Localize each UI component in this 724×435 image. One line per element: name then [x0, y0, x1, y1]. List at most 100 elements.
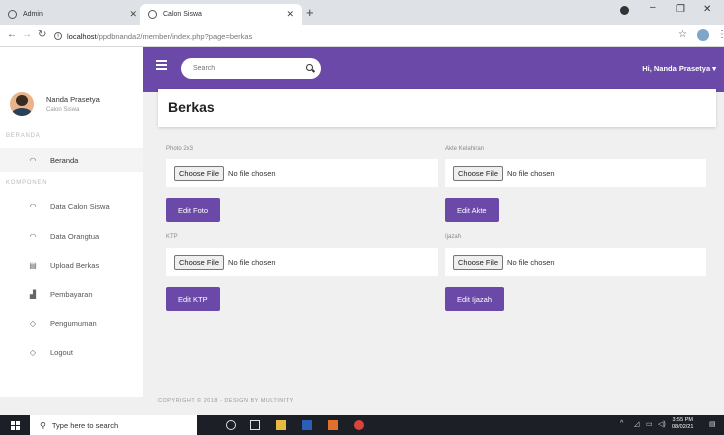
- choose-file-button[interactable]: Choose File: [174, 254, 225, 270]
- sidebar-item-upload-berkas[interactable]: ▤ Upload Berkas: [0, 253, 143, 277]
- xampp-icon[interactable]: [328, 420, 338, 430]
- file-status: No file chosen: [507, 168, 555, 178]
- sidebar-item-label: Logout: [50, 347, 73, 357]
- section-label-komponen: KOMPONEN: [6, 180, 48, 186]
- bookmark-star-icon[interactable]: ☆: [678, 29, 687, 40]
- close-window-icon[interactable]: ✕: [703, 4, 711, 15]
- file-explorer-icon[interactable]: [276, 420, 286, 430]
- page-title: Berkas: [168, 99, 215, 115]
- sidebar-item-pengumuman[interactable]: ◇ Pengumuman: [0, 311, 143, 335]
- file-status: No file chosen: [228, 168, 276, 178]
- sidebar-item-pembayaran[interactable]: ▟ Pembayaran: [0, 282, 143, 306]
- network-icon[interactable]: ◿: [634, 420, 639, 428]
- edit-akte-button[interactable]: Edit Akte: [445, 198, 499, 222]
- sidebar-item-label: Data Calon Siswa: [50, 201, 110, 211]
- sidebar: Nanda Prasetya Calon Siswa BERANDA ◠ Ber…: [0, 47, 143, 397]
- sidebar-item-label: Upload Berkas: [50, 260, 100, 270]
- close-tab-icon[interactable]: ✕: [286, 9, 294, 20]
- sidebar-item-label: Beranda: [50, 155, 79, 165]
- search-icon: ⚲: [40, 420, 46, 430]
- sidebar-item-label: Data Orangtua: [50, 231, 100, 241]
- file-status: No file chosen: [228, 257, 276, 267]
- url-field[interactable]: i localhost /ppdbnanda2/member/index.php…: [54, 28, 694, 44]
- photo-label: Photo 2x3: [166, 146, 194, 152]
- maximize-icon[interactable]: ❐: [676, 4, 685, 15]
- forward-icon[interactable]: →: [22, 29, 32, 40]
- sidebar-item-label: Pengumuman: [50, 318, 97, 328]
- close-tab-icon[interactable]: ✕: [129, 9, 137, 20]
- taskbar-search[interactable]: ⚲ Type here to search: [30, 415, 197, 435]
- reload-icon[interactable]: ↻: [38, 29, 46, 40]
- ijazah-label: Ijazah: [445, 234, 462, 240]
- sidebar-item-label: Pembayaran: [50, 289, 93, 299]
- browser-tab-calon-siswa[interactable]: Calon Siswa ✕: [140, 4, 302, 25]
- url-host: localhost: [67, 31, 97, 41]
- os-taskbar: ⚲ Type here to search ^ ◿ ▭ ◁) 3:55 PM 0…: [0, 415, 724, 435]
- browser-tab-admin[interactable]: Admin ✕: [0, 4, 145, 25]
- ktp-label: KTP: [166, 234, 178, 240]
- task-view-icon[interactable]: [250, 420, 260, 430]
- akte-file-field: Choose File No file chosen: [445, 159, 706, 187]
- battery-icon[interactable]: ▭: [646, 420, 653, 428]
- taskbar-search-text: Type here to search: [51, 420, 119, 430]
- sidebar-item-logout[interactable]: ◇ Logout: [0, 340, 143, 364]
- dashboard-icon: ◠: [29, 201, 37, 211]
- system-clock[interactable]: 3:55 PM 08/02/21: [672, 417, 693, 431]
- choose-file-button[interactable]: Choose File: [453, 254, 504, 270]
- dashboard-icon: ◠: [29, 231, 37, 241]
- tab-title: Calon Siswa: [163, 11, 202, 18]
- section-label-beranda: BERANDA: [6, 133, 41, 139]
- dashboard-icon: ◠: [29, 155, 37, 165]
- choose-file-button[interactable]: Choose File: [453, 165, 504, 181]
- notification-icon[interactable]: ▤: [709, 420, 716, 428]
- bar-chart-icon: ▟: [29, 289, 37, 299]
- footer-copyright: COPYRIGHT © 2018 - DESIGN BY MULTINITY: [158, 398, 294, 404]
- shield-icon: ◇: [29, 347, 37, 357]
- search-icon[interactable]: [306, 64, 313, 71]
- search-input[interactable]: [181, 58, 321, 79]
- shield-icon: ◇: [29, 318, 37, 328]
- sidebar-item-data-orangtua[interactable]: ◠ Data Orangtua: [0, 224, 143, 248]
- photo-file-field: Choose File No file chosen: [166, 159, 438, 187]
- sidebar-item-beranda[interactable]: ◠ Beranda: [0, 148, 143, 172]
- choose-file-button[interactable]: Choose File: [174, 165, 225, 181]
- info-icon[interactable]: i: [54, 32, 62, 40]
- clock-time: 3:55 PM: [672, 417, 693, 423]
- browser-tab-bar: Admin ✕ Calon Siswa ✕ + – ❐ ✕: [0, 0, 724, 25]
- file-icon: ▤: [29, 260, 37, 270]
- sidebar-item-data-calon-siswa[interactable]: ◠ Data Calon Siswa: [0, 194, 143, 218]
- akte-label: Akte Kelahiran: [445, 146, 485, 152]
- minimize-icon[interactable]: –: [650, 2, 656, 13]
- user-dropdown[interactable]: Hi, Nanda Prasetya ▾: [642, 64, 716, 73]
- top-header: Hi, Nanda Prasetya ▾: [143, 47, 724, 92]
- avatar: [10, 92, 34, 116]
- edit-ijazah-button[interactable]: Edit Ijazah: [445, 287, 505, 311]
- url-path: /ppdbnanda2/member/index.php?page=berkas: [96, 31, 253, 41]
- chrome-icon[interactable]: [354, 420, 364, 430]
- hamburger-menu-icon[interactable]: [156, 60, 167, 72]
- volume-icon[interactable]: ◁): [658, 420, 666, 428]
- back-icon[interactable]: ←: [7, 29, 17, 40]
- user-name: Nanda Prasetya: [46, 95, 100, 104]
- clock-date: 08/02/21: [672, 424, 694, 430]
- ktp-file-field: Choose File No file chosen: [166, 248, 438, 276]
- extension-icon[interactable]: [620, 6, 629, 15]
- globe-icon: [8, 10, 17, 19]
- user-role: Calon Siswa: [46, 107, 80, 113]
- page-title-card: Berkas: [158, 89, 716, 127]
- user-panel: Nanda Prasetya Calon Siswa: [10, 92, 100, 116]
- tab-title: Admin: [23, 11, 43, 18]
- tray-chevron-icon[interactable]: ^: [620, 420, 623, 427]
- ijazah-file-field: Choose File No file chosen: [445, 248, 706, 276]
- profile-avatar-icon[interactable]: [697, 29, 709, 41]
- windows-start-icon[interactable]: [11, 421, 20, 430]
- cortana-icon[interactable]: [226, 420, 236, 430]
- word-icon[interactable]: [302, 420, 312, 430]
- edit-foto-button[interactable]: Edit Foto: [166, 198, 221, 222]
- address-bar: ← → ↻ i localhost /ppdbnanda2/member/ind…: [0, 25, 724, 47]
- menu-kebab-icon[interactable]: ⋮: [717, 29, 724, 40]
- new-tab-icon[interactable]: +: [306, 5, 314, 20]
- globe-icon: [148, 10, 157, 19]
- edit-ktp-button[interactable]: Edit KTP: [166, 287, 220, 311]
- file-status: No file chosen: [507, 257, 555, 267]
